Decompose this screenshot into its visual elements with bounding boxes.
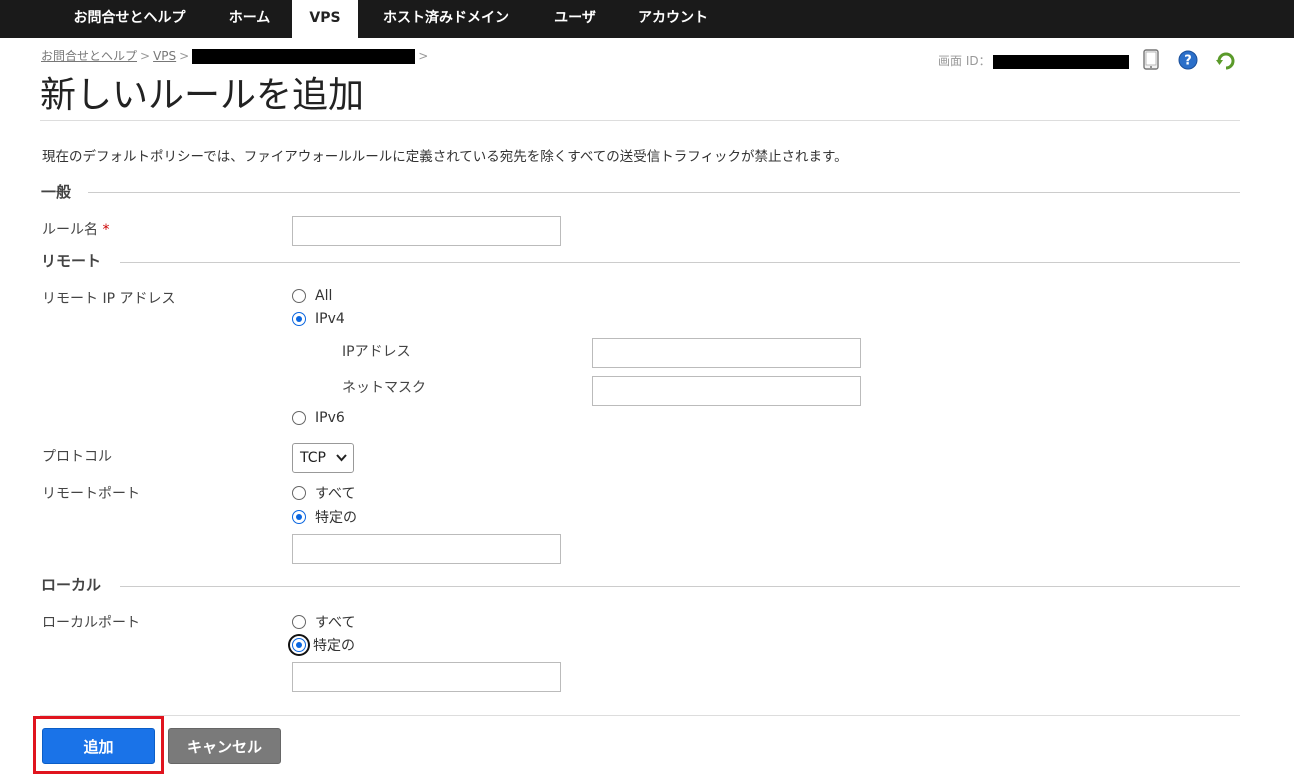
protocol-label: プロトコル — [42, 449, 112, 465]
remote-port-all-radio[interactable] — [292, 486, 306, 500]
section-divider — [120, 586, 1240, 587]
chevron-down-icon — [336, 444, 347, 483]
local-port-all-label: すべて — [315, 615, 356, 631]
remote-ip-ipv6-radio[interactable] — [292, 411, 306, 425]
remote-ip-ipv4-option[interactable]: IPv4 — [292, 311, 345, 327]
tab-hosted-domains[interactable]: ホスト済みドメイン — [366, 0, 526, 38]
tab-account[interactable]: アカウント — [624, 0, 722, 38]
breadcrumb-separator: > — [418, 49, 429, 63]
breadcrumb: お問合せとヘルプ > VPS > > — [41, 47, 431, 64]
section-local-heading: ローカル — [41, 576, 102, 594]
tab-users[interactable]: ユーザ — [540, 0, 610, 38]
section-remote-heading: リモート — [41, 252, 102, 270]
tablet-icon[interactable] — [1141, 49, 1161, 70]
local-port-specific-radio[interactable] — [292, 638, 306, 652]
local-port-all-radio[interactable] — [292, 615, 306, 629]
local-port-input[interactable] — [292, 662, 561, 692]
title-divider — [40, 120, 1240, 121]
remote-ip-ipv6-label: IPv6 — [315, 410, 345, 426]
page-title: 新しいルールを追加 — [40, 75, 365, 116]
rule-name-label: ルール名 * — [42, 219, 109, 239]
remote-port-label: リモートポート — [42, 486, 140, 502]
breadcrumb-support-link[interactable]: お問合せとヘルプ — [41, 49, 137, 63]
breadcrumb-separator: > — [179, 49, 190, 63]
netmask-label: ネットマスク — [342, 380, 426, 396]
local-port-specific-option[interactable]: 特定の — [292, 635, 355, 655]
breadcrumb-vps-link[interactable]: VPS — [153, 49, 176, 63]
breadcrumb-separator: > — [140, 49, 151, 63]
refresh-icon[interactable] — [1215, 50, 1235, 70]
remote-port-specific-label: 特定の — [315, 510, 357, 526]
remote-ip-ipv4-label: IPv4 — [315, 311, 345, 327]
protocol-select[interactable]: TCP — [292, 443, 354, 473]
section-divider — [120, 262, 1240, 263]
remote-port-specific-option[interactable]: 特定の — [292, 507, 357, 527]
remote-ip-ipv6-option[interactable]: IPv6 — [292, 410, 345, 426]
cancel-button[interactable]: キャンセル — [168, 728, 281, 764]
remote-port-specific-radio[interactable] — [292, 510, 306, 524]
svg-text:?: ? — [1184, 54, 1192, 69]
section-general-heading: 一般 — [41, 183, 72, 201]
redacted-server-name — [192, 49, 416, 64]
ip-address-label: IPアドレス — [342, 344, 411, 360]
screen-id: 画面 ID： — [938, 52, 1129, 69]
remote-ip-all-option[interactable]: All — [292, 288, 332, 304]
remote-port-all-option[interactable]: すべて — [292, 483, 355, 503]
protocol-selected-value: TCP — [300, 450, 326, 466]
redacted-screen-id — [992, 54, 1129, 69]
footer-divider — [40, 715, 1240, 716]
screen-id-label: 画面 ID： — [938, 54, 991, 68]
add-button[interactable]: 追加 — [42, 728, 155, 764]
remote-ip-all-label: All — [315, 288, 333, 304]
section-divider — [88, 192, 1240, 193]
remote-port-input[interactable] — [292, 534, 561, 564]
remote-ip-label: リモート IP アドレス — [42, 291, 176, 307]
tab-support[interactable]: お問合せとヘルプ — [52, 0, 207, 38]
local-port-all-option[interactable]: すべて — [292, 612, 355, 632]
local-port-specific-label: 特定の — [313, 638, 355, 654]
tab-vps[interactable]: VPS — [292, 0, 358, 38]
required-mark: * — [102, 222, 110, 238]
help-icon[interactable]: ? — [1178, 50, 1198, 70]
rule-name-input[interactable] — [292, 216, 561, 246]
local-port-label: ローカルポート — [42, 615, 140, 631]
netmask-input[interactable] — [592, 376, 861, 406]
remote-port-all-label: すべて — [315, 486, 356, 502]
remote-ip-ipv4-radio[interactable] — [292, 312, 306, 326]
remote-ip-all-radio[interactable] — [292, 289, 306, 303]
rule-name-label-text: ルール名 — [42, 222, 98, 238]
top-nav: お問合せとヘルプ ホーム VPS ホスト済みドメイン ユーザ アカウント — [0, 0, 1294, 38]
tab-home[interactable]: ホーム — [213, 0, 286, 38]
page-description: 現在のデフォルトポリシーでは、ファイアウォールルールに定義されている宛先を除くす… — [42, 149, 848, 165]
ip-address-input[interactable] — [592, 338, 861, 368]
